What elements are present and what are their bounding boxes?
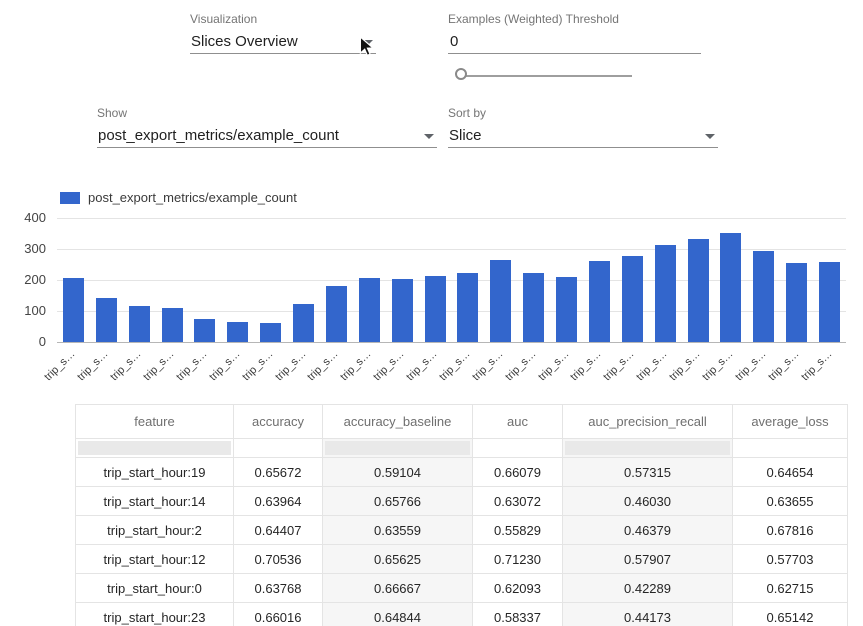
metric-cell: 0.63655: [733, 487, 848, 516]
metric-cell: 0.55829: [473, 516, 563, 545]
table-row: trip_start_hour:140.639640.657660.630720…: [76, 487, 848, 516]
bar-slice-20[interactable]: [720, 233, 741, 342]
metric-cell: 0.65672: [234, 458, 323, 487]
feature-cell: trip_start_hour:14: [76, 487, 234, 516]
bar-slice-13[interactable]: [490, 260, 511, 342]
bar-slice-23[interactable]: [819, 262, 840, 342]
metric-cell: 0.64407: [234, 516, 323, 545]
metric-cell: 0.46379: [563, 516, 733, 545]
bar-slice-6[interactable]: [260, 323, 281, 342]
bar-slice-19[interactable]: [688, 239, 709, 342]
bar-chart: 0100200300400trip_s…trip_s…trip_s…trip_s…: [0, 0, 863, 400]
metric-cell: 0.63072: [473, 487, 563, 516]
metric-cell: 0.65142: [733, 603, 848, 626]
column-header-accuracy[interactable]: accuracy: [234, 405, 323, 439]
filter-box: [565, 441, 730, 455]
bar-slice-0[interactable]: [63, 278, 84, 342]
y-tick-label: 200: [0, 272, 46, 288]
table-filter-row: [76, 439, 848, 458]
metric-cell: 0.63559: [323, 516, 473, 545]
filter-box: [78, 441, 231, 455]
bar-slice-8[interactable]: [326, 286, 347, 342]
y-tick-label: 300: [0, 241, 46, 257]
bar-slice-15[interactable]: [556, 277, 577, 342]
column-header-average_loss[interactable]: average_loss: [733, 405, 848, 439]
metric-cell: 0.66667: [323, 574, 473, 603]
bar-slice-16[interactable]: [589, 261, 610, 342]
metric-cell: 0.65625: [323, 545, 473, 574]
bar-slice-17[interactable]: [622, 256, 643, 342]
metric-cell: 0.62093: [473, 574, 563, 603]
bar-slice-7[interactable]: [293, 304, 314, 342]
metric-cell: 0.66079: [473, 458, 563, 487]
metric-cell: 0.65766: [323, 487, 473, 516]
filter-cell-accuracy_baseline[interactable]: [323, 439, 473, 458]
metric-cell: 0.67816: [733, 516, 848, 545]
metric-cell: 0.42289: [563, 574, 733, 603]
bar-slice-2[interactable]: [129, 306, 150, 342]
y-tick-label: 0: [0, 334, 46, 350]
bar-slice-4[interactable]: [194, 319, 215, 342]
table-row: trip_start_hour:120.705360.656250.712300…: [76, 545, 848, 574]
bar-slice-3[interactable]: [162, 308, 183, 342]
column-header-accuracy_baseline[interactable]: accuracy_baseline: [323, 405, 473, 439]
feature-cell: trip_start_hour:19: [76, 458, 234, 487]
bar-slice-10[interactable]: [392, 279, 413, 342]
metric-cell: 0.64654: [733, 458, 848, 487]
bar-slice-12[interactable]: [457, 273, 478, 342]
bar-slice-1[interactable]: [96, 298, 117, 342]
metric-cell: 0.66016: [234, 603, 323, 626]
table-row: trip_start_hour:20.644070.635590.558290.…: [76, 516, 848, 545]
gridline: [57, 218, 846, 219]
y-tick-label: 400: [0, 210, 46, 226]
column-header-auc_precision_recall[interactable]: auc_precision_recall: [563, 405, 733, 439]
bar-slice-9[interactable]: [359, 278, 380, 342]
metrics-table: featureaccuracyaccuracy_baselineaucauc_p…: [75, 404, 848, 626]
metric-cell: 0.46030: [563, 487, 733, 516]
bar-slice-14[interactable]: [523, 273, 544, 342]
filter-cell-feature[interactable]: [76, 439, 234, 458]
metric-cell: 0.62715: [733, 574, 848, 603]
filter-cell-auc[interactable]: [473, 439, 563, 458]
table-row: trip_start_hour:230.660160.648440.583370…: [76, 603, 848, 626]
gridline: [57, 342, 846, 343]
y-tick-label: 100: [0, 303, 46, 319]
table-row: trip_start_hour:00.637680.666670.620930.…: [76, 574, 848, 603]
metric-cell: 0.58337: [473, 603, 563, 626]
feature-cell: trip_start_hour:2: [76, 516, 234, 545]
metric-cell: 0.57703: [733, 545, 848, 574]
metric-cell: 0.57315: [563, 458, 733, 487]
metric-cell: 0.70536: [234, 545, 323, 574]
bar-slice-11[interactable]: [425, 276, 446, 342]
metric-cell: 0.63768: [234, 574, 323, 603]
filter-cell-accuracy[interactable]: [234, 439, 323, 458]
bar-slice-22[interactable]: [786, 263, 807, 342]
filter-box: [325, 441, 470, 455]
metric-cell: 0.64844: [323, 603, 473, 626]
filter-cell-auc_precision_recall[interactable]: [563, 439, 733, 458]
table-header-row: featureaccuracyaccuracy_baselineaucauc_p…: [76, 405, 848, 439]
feature-cell: trip_start_hour:23: [76, 603, 234, 626]
feature-cell: trip_start_hour:12: [76, 545, 234, 574]
table-row: trip_start_hour:190.656720.591040.660790…: [76, 458, 848, 487]
metric-cell: 0.59104: [323, 458, 473, 487]
column-header-auc[interactable]: auc: [473, 405, 563, 439]
bar-slice-5[interactable]: [227, 322, 248, 342]
bar-slice-21[interactable]: [753, 251, 774, 342]
column-header-feature[interactable]: feature: [76, 405, 234, 439]
bar-slice-18[interactable]: [655, 245, 676, 342]
filter-cell-average_loss[interactable]: [733, 439, 848, 458]
metric-cell: 0.44173: [563, 603, 733, 626]
metric-cell: 0.57907: [563, 545, 733, 574]
feature-cell: trip_start_hour:0: [76, 574, 234, 603]
slices-overview-app: Visualization Slices Overview Examples (…: [0, 0, 863, 626]
metric-cell: 0.71230: [473, 545, 563, 574]
metric-cell: 0.63964: [234, 487, 323, 516]
